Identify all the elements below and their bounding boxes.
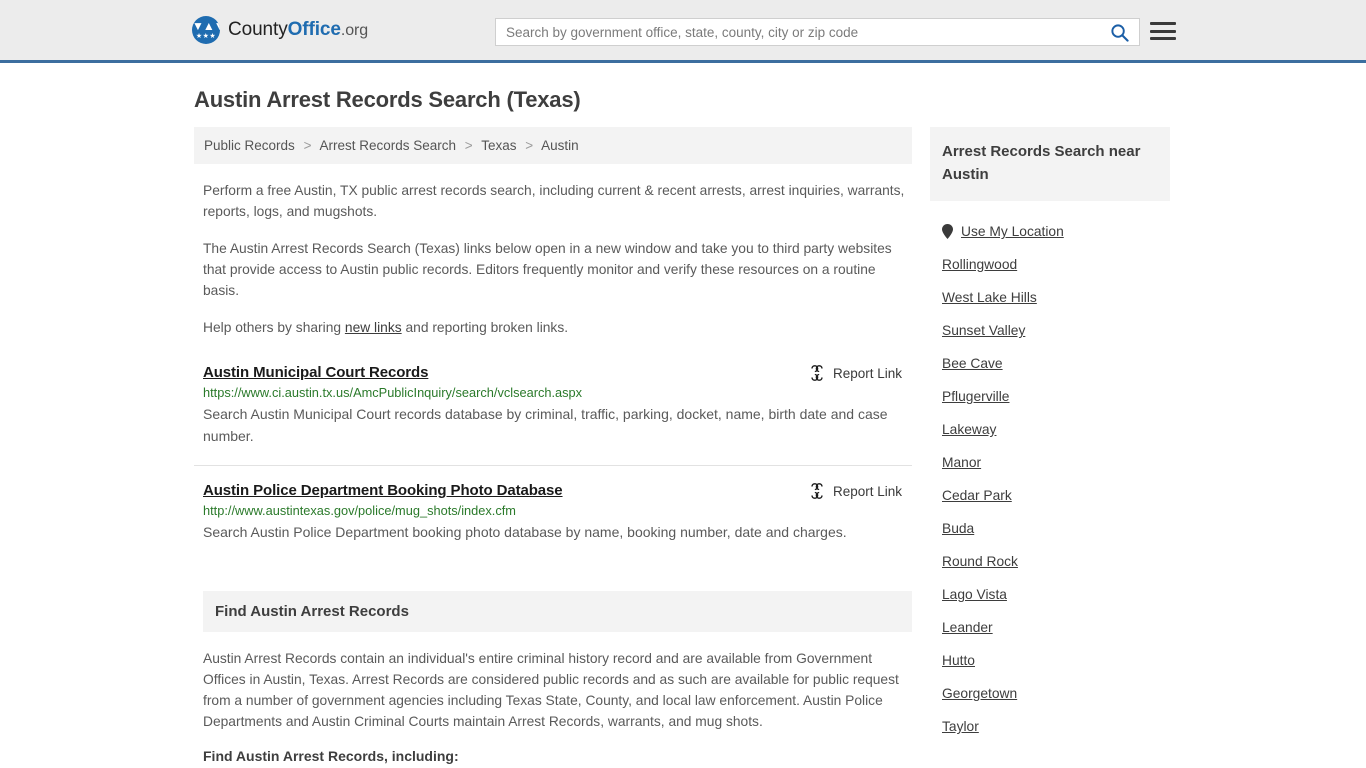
breadcrumb-item-texas[interactable]: Texas — [481, 138, 516, 153]
sidebar-item-pflugerville[interactable]: Pflugerville — [930, 380, 1170, 413]
map-pin-icon — [942, 224, 953, 239]
report-link-button[interactable]: Report Link — [809, 483, 912, 499]
resource-link-header: Austin Police Department Booking Photo D… — [203, 482, 912, 499]
sidebar-item-label[interactable]: West Lake Hills — [942, 290, 1037, 305]
search-button[interactable] — [1099, 19, 1139, 45]
share-text-pre: Help others by sharing — [203, 320, 345, 335]
breadcrumb-item-public-records[interactable]: Public Records — [204, 138, 295, 153]
sidebar-item-label[interactable]: Leander — [942, 620, 993, 635]
sidebar-item-taylor[interactable]: Taylor — [930, 710, 1170, 743]
report-link-button[interactable]: Report Link — [809, 365, 912, 381]
sidebar-item-lakeway[interactable]: Lakeway — [930, 413, 1170, 446]
resource-link-url: https://www.ci.austin.tx.us/AmcPublicInq… — [203, 385, 583, 400]
section-body-text: Austin Arrest Records contain an individ… — [203, 651, 899, 729]
sidebar-item-label[interactable]: Lago Vista — [942, 587, 1007, 602]
new-links-link[interactable]: new links — [345, 320, 402, 335]
sidebar-item-use-my-location[interactable]: Use My Location — [930, 215, 1170, 248]
sidebar-item-buda[interactable]: Buda — [930, 512, 1170, 545]
main-column: Public Records > Arrest Records Search >… — [194, 127, 912, 768]
sidebar-item-georgetown[interactable]: Georgetown — [930, 677, 1170, 710]
resource-link-description: Search Austin Municipal Court records da… — [203, 406, 888, 444]
resource-link-description: Search Austin Police Department booking … — [203, 524, 847, 540]
page-title: Austin Arrest Records Search (Texas) — [194, 87, 581, 112]
brand-part-office: Office — [287, 19, 341, 40]
sidebar-item-label[interactable]: Hutto — [942, 653, 975, 668]
hamburger-menu-button[interactable] — [1150, 20, 1176, 42]
resource-link-item: Austin Municipal Court Records Report Li… — [194, 364, 912, 465]
sidebar-city-list: Use My Location Rollingwood West Lake Hi… — [930, 215, 1170, 743]
sidebar-item-label[interactable]: Cedar Park — [942, 488, 1012, 503]
search-input[interactable] — [496, 19, 1099, 45]
page-body: Austin Arrest Records Search (Texas) Pub… — [0, 87, 1366, 768]
sidebar-item-label[interactable]: Taylor — [942, 719, 979, 734]
site-logo-link[interactable]: ▼▲▼ ★★★ CountyOffice.org — [192, 16, 368, 44]
sidebar-item-label[interactable]: Manor — [942, 455, 981, 470]
brand-part-org: .org — [340, 22, 369, 39]
sidebar: Arrest Records Search near Austin Use My… — [930, 127, 1170, 768]
sidebar-item-sunset-valley[interactable]: Sunset Valley — [930, 314, 1170, 347]
eagle-seal-icon: ▼▲▼ ★★★ — [192, 16, 220, 44]
sidebar-item-label[interactable]: Lakeway — [942, 422, 996, 437]
resource-link-header: Austin Municipal Court Records Report Li… — [203, 364, 912, 381]
section-subheading: Find Austin Arrest Records, including: — [203, 748, 459, 764]
breadcrumb-item-austin: Austin — [541, 138, 579, 153]
resource-link-list: Austin Municipal Court Records Report Li… — [194, 364, 912, 561]
breadcrumb-separator: > — [464, 138, 473, 153]
sidebar-item-lago-vista[interactable]: Lago Vista — [930, 578, 1170, 611]
resource-link-url: http://www.austintexas.gov/police/mug_sh… — [203, 503, 516, 518]
broken-link-icon — [811, 365, 823, 381]
content-columns: Public Records > Arrest Records Search >… — [188, 127, 1178, 768]
brand-wordmark: CountyOffice.org — [228, 19, 368, 41]
intro-paragraph-2: The Austin Arrest Records Search (Texas)… — [203, 241, 892, 298]
report-link-label: Report Link — [832, 365, 902, 381]
sidebar-item-label[interactable]: Use My Location — [961, 224, 1064, 239]
sidebar-item-rollingwood[interactable]: Rollingwood — [930, 248, 1170, 281]
breadcrumb: Public Records > Arrest Records Search >… — [194, 127, 912, 164]
brand-part-county: County — [228, 19, 288, 40]
sidebar-item-label[interactable]: Sunset Valley — [942, 323, 1025, 338]
sidebar-item-label[interactable]: Rollingwood — [942, 257, 1017, 272]
resource-link-item: Austin Police Department Booking Photo D… — [194, 465, 912, 561]
sidebar-item-round-rock[interactable]: Round Rock — [930, 545, 1170, 578]
resource-link-title[interactable]: Austin Police Department Booking Photo D… — [203, 482, 563, 499]
report-link-label: Report Link — [832, 483, 902, 499]
sidebar-item-hutto[interactable]: Hutto — [930, 644, 1170, 677]
intro-paragraph-1: Perform a free Austin, TX public arrest … — [203, 183, 905, 219]
intro-paragraph-3: Help others by sharing new links and rep… — [203, 317, 915, 338]
share-text-post: and reporting broken links. — [401, 320, 569, 335]
breadcrumb-separator: > — [525, 138, 534, 153]
sidebar-heading: Arrest Records Search near Austin — [930, 127, 1170, 201]
sidebar-item-label[interactable]: Buda — [942, 521, 974, 536]
sidebar-item-cedar-park[interactable]: Cedar Park — [930, 479, 1170, 512]
sidebar-item-west-lake-hills[interactable]: West Lake Hills — [930, 281, 1170, 314]
broken-link-icon — [811, 483, 823, 499]
sidebar-item-label[interactable]: Round Rock — [942, 554, 1018, 569]
sidebar-item-bee-cave[interactable]: Bee Cave — [930, 347, 1170, 380]
resource-link-title[interactable]: Austin Municipal Court Records — [203, 364, 428, 381]
breadcrumb-separator: > — [303, 138, 312, 153]
sidebar-item-leander[interactable]: Leander — [930, 611, 1170, 644]
content-container: Austin Arrest Records Search (Texas) Pub… — [188, 87, 1178, 768]
search-bar[interactable] — [495, 18, 1140, 46]
sidebar-item-label[interactable]: Georgetown — [942, 686, 1017, 701]
site-header: ▼▲▼ ★★★ CountyOffice.org — [0, 0, 1366, 63]
hamburger-menu-icon — [1150, 22, 1176, 25]
search-icon — [1110, 23, 1129, 42]
sidebar-item-label[interactable]: Pflugerville — [942, 389, 1009, 404]
breadcrumb-item-arrest-records-search[interactable]: Arrest Records Search — [319, 138, 456, 153]
sidebar-item-manor[interactable]: Manor — [930, 446, 1170, 479]
sidebar-item-label[interactable]: Bee Cave — [942, 356, 1003, 371]
section-heading: Find Austin Arrest Records — [203, 591, 912, 632]
